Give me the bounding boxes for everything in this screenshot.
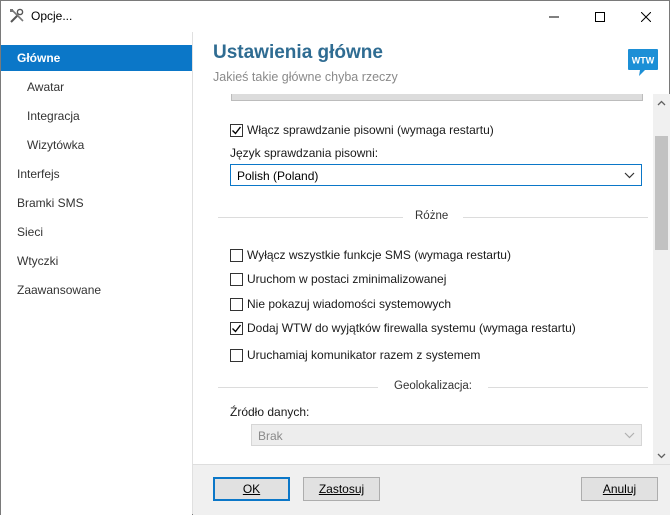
title-bar: Opcje... bbox=[1, 1, 669, 32]
settings-panel: Włącz sprawdzanie pisowni (wymaga restar… bbox=[193, 94, 653, 464]
section-line bbox=[218, 387, 378, 388]
sidebar-item-interfejs[interactable]: Interfejs bbox=[1, 161, 192, 187]
checkbox-box[interactable] bbox=[230, 248, 243, 262]
sidebar-item-label: Wizytówka bbox=[27, 138, 85, 152]
scroll-up-button[interactable] bbox=[653, 94, 670, 111]
option-start-minimized[interactable]: Uruchom w postaci zminimalizowanej bbox=[230, 270, 446, 288]
spellcheck-checkbox[interactable]: Włącz sprawdzanie pisowni (wymaga restar… bbox=[230, 121, 494, 139]
select-value: Brak bbox=[258, 429, 283, 443]
arrow-down-icon bbox=[657, 453, 666, 458]
sidebar-item-label: Zaawansowane bbox=[17, 283, 102, 297]
checkbox-box[interactable] bbox=[230, 348, 243, 362]
option-firewall-exception[interactable]: Dodaj WTW do wyjątków firewalla systemu … bbox=[230, 319, 576, 337]
section-line bbox=[463, 217, 648, 218]
scrollbar-thumb[interactable] bbox=[655, 136, 668, 250]
vertical-scrollbar[interactable] bbox=[653, 94, 670, 464]
sidebar-item-label: Główne bbox=[17, 51, 61, 65]
dialog-footer: OK Zastosuj Anuluj bbox=[193, 464, 670, 515]
apply-button[interactable]: Zastosuj bbox=[303, 477, 380, 501]
sidebar-item-label: Sieci bbox=[17, 225, 44, 239]
close-icon bbox=[641, 11, 651, 22]
checkbox-box[interactable] bbox=[230, 297, 243, 311]
wtw-logo: WTW bbox=[628, 49, 658, 76]
checkbox-label: Nie pokazuj wiadomości systemowych bbox=[247, 297, 452, 311]
option-hide-system-messages[interactable]: Nie pokazuj wiadomości systemowych bbox=[230, 295, 451, 313]
window-title: Opcje... bbox=[31, 9, 73, 23]
sidebar-item-zaawansowane[interactable]: Zaawansowane bbox=[1, 277, 192, 303]
maximize-button[interactable] bbox=[577, 1, 623, 32]
checkbox-label: Uruchom w postaci zminimalizowanej bbox=[247, 272, 447, 286]
sidebar-item-label: Bramki SMS bbox=[17, 196, 84, 210]
sidebar-item-glowne[interactable]: Główne bbox=[1, 45, 192, 71]
page-subtitle: Jakieś takie główne chyba rzeczy bbox=[213, 70, 398, 84]
sidebar-item-awatar[interactable]: Awatar bbox=[1, 74, 192, 100]
sidebar-item-wtyczki[interactable]: Wtyczki bbox=[1, 248, 192, 274]
minimize-icon bbox=[549, 16, 559, 17]
chevron-down-icon bbox=[624, 432, 635, 439]
partially-hidden-field bbox=[231, 94, 643, 101]
option-autostart[interactable]: Uruchamiaj komunikator razem z systemem bbox=[230, 346, 480, 364]
sidebar-item-label: Integracja bbox=[27, 109, 80, 123]
sidebar-item-integracja[interactable]: Integracja bbox=[1, 103, 192, 129]
geo-source-select: Brak bbox=[251, 424, 642, 446]
arrow-up-icon bbox=[657, 100, 666, 105]
ok-button-label: OK bbox=[242, 482, 261, 496]
ok-button[interactable]: OK bbox=[213, 477, 290, 501]
minimize-button[interactable] bbox=[531, 1, 577, 32]
checkbox-box[interactable] bbox=[230, 321, 243, 335]
sidebar-item-label: Wtyczki bbox=[17, 254, 59, 268]
checkbox-box[interactable] bbox=[230, 272, 243, 286]
sidebar: Główne Awatar Integracja Wizytówka Inter… bbox=[1, 45, 192, 515]
chevron-down-icon bbox=[624, 172, 635, 179]
spell-language-select[interactable]: Polish (Poland) bbox=[230, 164, 642, 186]
close-button[interactable] bbox=[623, 1, 669, 32]
checkbox-box[interactable] bbox=[230, 123, 243, 137]
sidebar-item-wizytowka[interactable]: Wizytówka bbox=[1, 132, 192, 158]
section-header-geolocation: Geolokalizacja: bbox=[218, 380, 648, 394]
checkmark-icon bbox=[232, 324, 242, 333]
logo-text: WTW bbox=[632, 56, 655, 66]
page-title: Ustawienia główne bbox=[213, 42, 383, 63]
options-window: Opcje... Główne Awatar Integracja Wizytó… bbox=[0, 0, 670, 515]
checkbox-label: Włącz sprawdzanie pisowni (wymaga restar… bbox=[247, 123, 494, 137]
maximize-icon bbox=[595, 11, 605, 22]
geo-source-label: Źródło danych: bbox=[230, 405, 310, 419]
cancel-button-label: Anuluj bbox=[602, 482, 637, 496]
sidebar-item-label: Awatar bbox=[27, 80, 65, 94]
checkbox-label: Wyłącz wszystkie funkcje SMS (wymaga res… bbox=[247, 248, 511, 262]
tools-icon bbox=[10, 8, 24, 23]
sidebar-item-label: Interfejs bbox=[17, 167, 60, 181]
checkbox-label: Uruchamiaj komunikator razem z systemem bbox=[247, 348, 481, 362]
section-title: Różne bbox=[415, 210, 449, 222]
checkmark-icon bbox=[232, 126, 242, 135]
select-value: Polish (Poland) bbox=[237, 169, 319, 183]
spell-language-label: Język sprawdzania pisowni: bbox=[230, 146, 379, 160]
scroll-down-button[interactable] bbox=[653, 447, 670, 464]
section-title: Geolokalizacja: bbox=[394, 380, 472, 392]
apply-button-label: Zastosuj bbox=[318, 482, 365, 496]
sidebar-item-sieci[interactable]: Sieci bbox=[1, 219, 192, 245]
checkbox-label: Dodaj WTW do wyjątków firewalla systemu … bbox=[247, 321, 576, 335]
section-line bbox=[488, 387, 648, 388]
sidebar-item-bramki-sms[interactable]: Bramki SMS bbox=[1, 190, 192, 216]
option-disable-sms[interactable]: Wyłącz wszystkie funkcje SMS (wymaga res… bbox=[230, 246, 511, 264]
cancel-button[interactable]: Anuluj bbox=[581, 477, 658, 501]
section-line bbox=[218, 217, 403, 218]
section-header-misc: Różne bbox=[218, 210, 648, 224]
